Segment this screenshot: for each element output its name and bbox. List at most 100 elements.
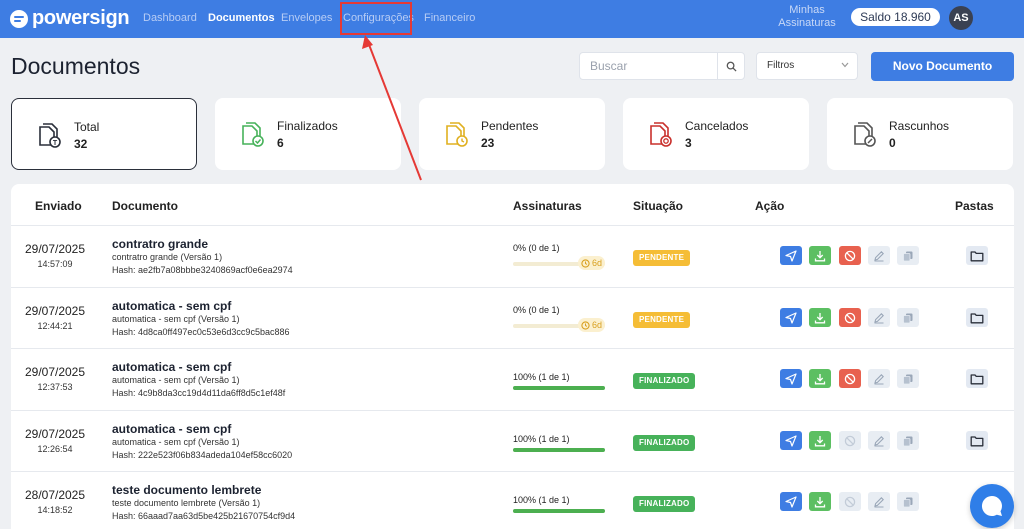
- chat-bubble-icon: [981, 495, 1002, 516]
- cancel-document-button[interactable]: [839, 369, 861, 388]
- sent-time: 14:57:09: [37, 259, 73, 269]
- folder-icon: [970, 312, 984, 323]
- user-avatar[interactable]: AS: [949, 6, 973, 30]
- document-name[interactable]: automatica - sem cpf: [112, 360, 231, 374]
- send-button[interactable]: [780, 431, 802, 450]
- folder-icon: [970, 435, 984, 446]
- clock-icon: [581, 258, 590, 268]
- documents-table: Enviado Documento Assinaturas Situação A…: [11, 184, 1014, 529]
- document-name[interactable]: teste documento lembrete: [112, 483, 261, 497]
- stat-label: Total: [74, 120, 100, 134]
- download-icon: [814, 373, 826, 384]
- sent-time: 14:18:52: [37, 505, 73, 515]
- edit-button[interactable]: [868, 246, 890, 265]
- search-box: [579, 52, 745, 80]
- folder-button[interactable]: [966, 308, 988, 327]
- filter-dropdown[interactable]: Filtros: [756, 52, 858, 80]
- folder-icon: [970, 373, 984, 384]
- svg-text:T: T: [53, 140, 58, 147]
- download-button[interactable]: [809, 369, 831, 388]
- cancel-icon: [844, 250, 856, 261]
- stat-value: 23: [481, 136, 495, 150]
- edit-button[interactable]: [868, 369, 890, 388]
- stat-label: Finalizados: [277, 119, 338, 133]
- copy-button[interactable]: [897, 431, 919, 450]
- send-button[interactable]: [780, 492, 802, 511]
- pencil-icon: [874, 373, 884, 384]
- stat-card-cancelados[interactable]: Cancelados 3: [623, 98, 809, 170]
- copy-button[interactable]: [897, 369, 919, 388]
- folder-button[interactable]: [966, 431, 988, 450]
- stat-label: Cancelados: [685, 119, 749, 133]
- edit-button[interactable]: [868, 492, 890, 511]
- pencil-icon: [874, 496, 884, 507]
- download-button[interactable]: [809, 492, 831, 511]
- edit-button[interactable]: [868, 431, 890, 450]
- stat-card-finalizados[interactable]: Finalizados 6: [215, 98, 401, 170]
- column-header-situacao[interactable]: Situação: [633, 199, 683, 213]
- folder-button[interactable]: [966, 246, 988, 265]
- table-row[interactable]: 29/07/2025 12:44:21 automatica - sem cpf…: [11, 287, 1014, 349]
- document-total-icon: T: [39, 123, 61, 148]
- sent-time: 12:44:21: [37, 321, 73, 331]
- table-row[interactable]: 28/07/2025 14:18:52 teste documento lemb…: [11, 471, 1014, 529]
- nav-dashboard[interactable]: Dashboard: [143, 12, 197, 24]
- folder-button[interactable]: [966, 369, 988, 388]
- send-button[interactable]: [780, 246, 802, 265]
- stat-card-total[interactable]: T Total 32: [11, 98, 197, 170]
- document-clock-icon: [446, 122, 468, 147]
- top-navbar: powersign Dashboard Documentos Envelopes…: [0, 0, 1024, 38]
- copy-icon: [903, 313, 913, 323]
- new-document-button[interactable]: Novo Documento: [871, 52, 1014, 81]
- chat-button[interactable]: [970, 484, 1014, 528]
- stat-value: 0: [889, 136, 896, 150]
- powersign-logo[interactable]: powersign: [10, 7, 130, 30]
- stat-label: Rascunhos: [889, 119, 950, 133]
- edit-button[interactable]: [868, 308, 890, 327]
- document-version: automatica - sem cpf (Versão 1): [112, 375, 240, 385]
- column-header-assinaturas[interactable]: Assinaturas: [513, 199, 582, 213]
- document-name[interactable]: contratro grande: [112, 237, 208, 251]
- document-version: automatica - sem cpf (Versão 1): [112, 437, 240, 447]
- search-input[interactable]: [580, 53, 718, 79]
- stat-value: 6: [277, 136, 284, 150]
- signature-progress-bar: [513, 509, 605, 513]
- table-row[interactable]: 29/07/2025 14:57:09 contratro grande con…: [11, 225, 1014, 287]
- send-button[interactable]: [780, 308, 802, 327]
- column-header-documento[interactable]: Documento: [112, 199, 178, 213]
- cancel-icon: [844, 312, 856, 323]
- signature-progress-text: 0% (0 de 1): [513, 243, 560, 253]
- days-left-badge: 6d: [578, 256, 606, 270]
- nav-documentos[interactable]: Documentos: [208, 12, 275, 24]
- document-name[interactable]: automatica - sem cpf: [112, 299, 231, 313]
- copy-icon: [903, 251, 913, 261]
- copy-button[interactable]: [897, 492, 919, 511]
- cancel-document-button[interactable]: [839, 492, 861, 511]
- nav-financeiro[interactable]: Financeiro: [424, 12, 475, 24]
- download-button[interactable]: [809, 431, 831, 450]
- document-hash: Hash: 4d8ca0ff497ec0c53e6d3cc9c5bac886: [112, 327, 290, 337]
- download-button[interactable]: [809, 308, 831, 327]
- document-hash: Hash: 66aaad7aa63d5be425b21670754cf9d4: [112, 511, 296, 521]
- table-row[interactable]: 29/07/2025 12:26:54 automatica - sem cpf…: [11, 410, 1014, 472]
- copy-button[interactable]: [897, 246, 919, 265]
- sent-date: 29/07/2025: [24, 365, 86, 379]
- minhas-assinaturas-link[interactable]: Minhas Assinaturas: [770, 4, 844, 30]
- cancel-document-button[interactable]: [839, 308, 861, 327]
- table-row[interactable]: 29/07/2025 12:37:53 automatica - sem cpf…: [11, 348, 1014, 410]
- status-badge: PENDENTE: [633, 312, 691, 328]
- send-icon: [785, 311, 797, 324]
- search-button[interactable]: [717, 53, 744, 79]
- saldo-badge[interactable]: Saldo 18.960: [851, 8, 940, 26]
- copy-button[interactable]: [897, 308, 919, 327]
- document-name[interactable]: automatica - sem cpf: [112, 422, 231, 436]
- download-button[interactable]: [809, 246, 831, 265]
- column-header-enviado[interactable]: Enviado: [35, 199, 82, 213]
- stat-label: Pendentes: [481, 119, 539, 133]
- cancel-document-button[interactable]: [839, 431, 861, 450]
- nav-envelopes[interactable]: Envelopes: [281, 12, 332, 24]
- send-button[interactable]: [780, 369, 802, 388]
- cancel-document-button[interactable]: [839, 246, 861, 265]
- stat-card-pendentes[interactable]: Pendentes 23: [419, 98, 605, 170]
- stat-card-rascunhos[interactable]: Rascunhos 0: [827, 98, 1013, 170]
